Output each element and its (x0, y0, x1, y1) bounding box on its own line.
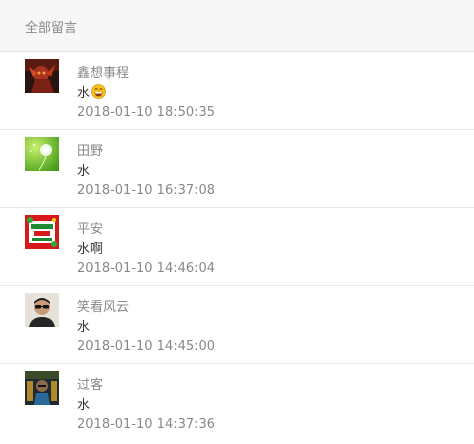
comment-item: 过客 水 2018-01-10 14:37:36 (0, 364, 474, 442)
comment-item: 笑看风云 水 2018-01-10 14:45:00 (0, 286, 474, 364)
section-title: 全部留言 (25, 21, 78, 36)
comment-username[interactable]: 平安 (77, 218, 103, 237)
comment-username[interactable]: 鑫想事程 (77, 62, 129, 81)
comment-item: 鑫想事程 水 2018-01-10 18:50:35 (0, 52, 474, 130)
comment-time: 2018-01-10 14:45:00 (77, 339, 216, 354)
dark-red-figure-icon[interactable] (25, 59, 59, 93)
comment-text: 水 (77, 320, 91, 335)
comment-time: 2018-01-10 14:37:36 (77, 417, 216, 432)
comment-item: 田野 水 2018-01-10 16:37:08 (0, 130, 474, 208)
comment-item: 平安 水啊 2018-01-10 14:46:04 (0, 208, 474, 286)
comment-text: 水 (77, 82, 106, 103)
man-sunglasses-icon[interactable] (25, 293, 59, 327)
comment-list: 鑫想事程 水 2018-01-10 18:50:35 田野 水 2018-01-… (0, 52, 474, 442)
comment-username[interactable]: 田野 (77, 140, 103, 159)
comment-time: 2018-01-10 16:37:08 (77, 183, 216, 198)
comment-time: 2018-01-10 18:50:35 (77, 105, 216, 120)
comment-username[interactable]: 过客 (77, 374, 103, 393)
comment-username[interactable]: 笑看风云 (77, 296, 129, 315)
dark-figure-icon[interactable] (25, 371, 59, 405)
green-dandelion-icon[interactable] (25, 137, 59, 171)
laughing-face-icon (91, 84, 106, 103)
red-green-festive-icon[interactable] (25, 215, 59, 249)
comment-text: 水 (77, 398, 91, 413)
comment-text: 水啊 (77, 242, 104, 257)
comment-time: 2018-01-10 14:46:04 (77, 261, 216, 276)
message-board-header: 全部留言 (0, 0, 474, 52)
comment-text: 水 (77, 164, 91, 179)
